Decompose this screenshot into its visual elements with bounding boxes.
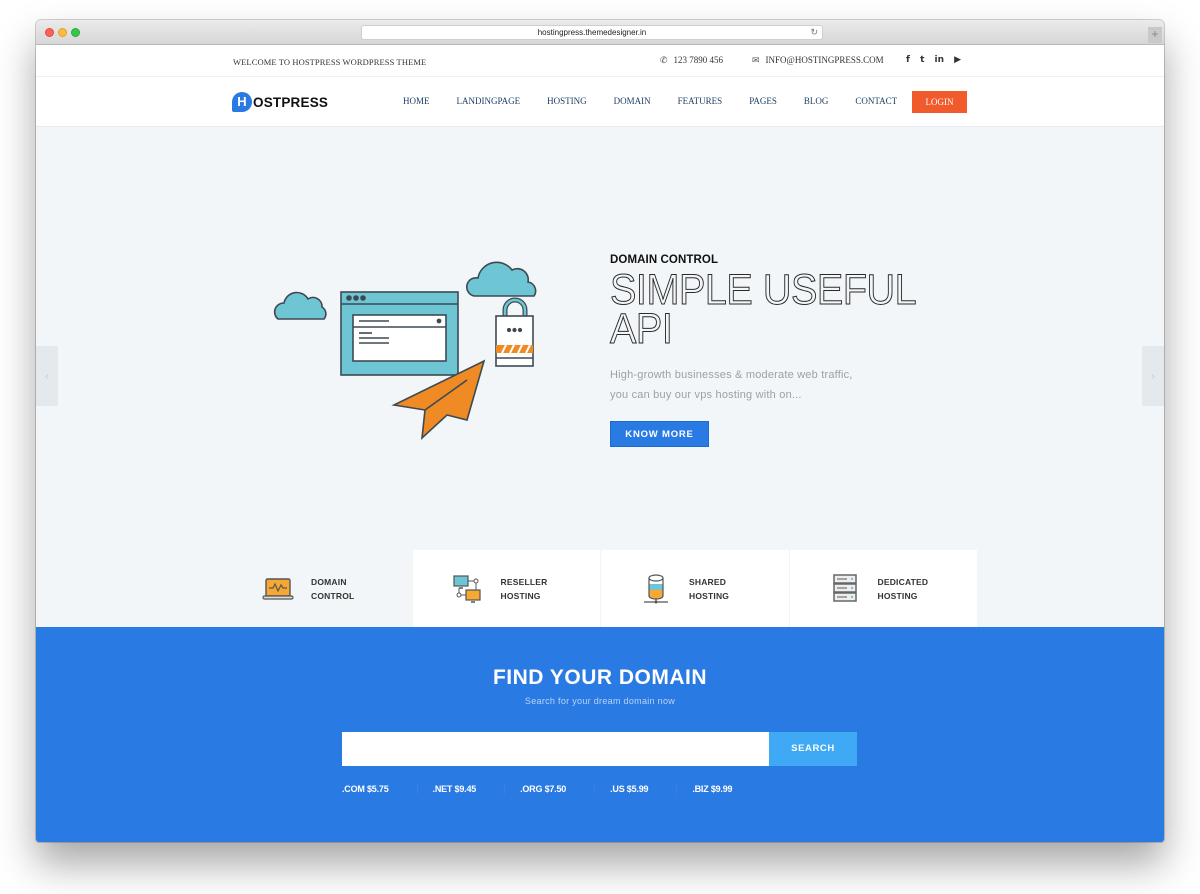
- login-button[interactable]: LOGIN: [912, 91, 967, 113]
- browser-window-icon: [340, 291, 459, 376]
- feature-tab-reseller-hosting[interactable]: RESELLER HOSTING: [411, 550, 600, 627]
- slider-prev-button[interactable]: ‹: [36, 346, 58, 406]
- feature-label-line2: CONTROL: [311, 590, 355, 601]
- domain-search-section: FIND YOUR DOMAIN Search for your dream d…: [36, 627, 1164, 842]
- feature-label-line1: SHARED: [689, 576, 727, 587]
- minimize-window-button[interactable]: [58, 28, 67, 37]
- email-contact[interactable]: ✉ INFO@HOSTINGPRESS.COM: [752, 55, 884, 66]
- logo-text: OSTPRESS: [253, 94, 329, 110]
- know-more-button[interactable]: KNOW MORE: [610, 421, 709, 447]
- browser-titlebar: hostingpress.themedesigner.in ↻ +: [36, 20, 1164, 45]
- hero-headline-line2: API: [610, 305, 674, 353]
- domain-search-button[interactable]: SEARCH: [769, 732, 857, 766]
- tld-price-us: .US $5.99: [610, 784, 678, 794]
- feature-label: RESELLER HOSTING: [501, 575, 548, 603]
- domain-search-subtitle: Search for your dream domain now: [524, 696, 676, 706]
- hero-description: High-growth businesses & moderate web tr…: [610, 365, 950, 405]
- address-bar[interactable]: hostingpress.themedesigner.in ↻: [361, 25, 823, 40]
- padlock-icon: [495, 297, 534, 367]
- tld-price-com: .COM $5.75: [342, 784, 418, 794]
- mail-icon: ✉: [752, 56, 760, 66]
- network-monitors-icon: [452, 574, 481, 603]
- hero-description-line1: High-growth businesses & moderate web tr…: [610, 369, 853, 381]
- phone-number: 123 7890 456: [673, 55, 724, 65]
- feature-label-line2: HOSTING: [877, 590, 918, 601]
- feature-label-line1: RESELLER: [500, 576, 548, 587]
- hero-content: DOMAIN CONTROL SIMPLE USEFUL API High-gr…: [610, 254, 950, 447]
- phone-contact[interactable]: ✆ 123 7890 456: [660, 55, 723, 66]
- nav-features[interactable]: FEATURES: [678, 96, 723, 106]
- database-icon: [644, 573, 668, 603]
- feature-label: DEDICATED HOSTING: [878, 575, 929, 603]
- welcome-text: WELCOME TO HOSTPRESS WORDPRESS THEME: [233, 57, 427, 67]
- feature-tab-dedicated-hosting[interactable]: DEDICATED HOSTING: [788, 550, 977, 627]
- logo-mark: H: [232, 92, 252, 112]
- url-text: hostingpress.themedesigner.in: [537, 28, 647, 37]
- top-info-bar: WELCOME TO HOSTPRESS WORDPRESS THEME ✆ 12…: [36, 45, 1164, 77]
- browser-window: hostingpress.themedesigner.in ↻ + WELCOM…: [36, 20, 1164, 842]
- tld-price-list: .COM $5.75 .NET $9.45 .ORG $7.50 .US $5.…: [342, 784, 775, 794]
- feature-label: SHARED HOSTING: [689, 575, 729, 603]
- feature-label-line1: DOMAIN: [311, 576, 347, 587]
- laptop-chart-icon: [262, 577, 294, 600]
- nav-pages[interactable]: PAGES: [749, 96, 777, 106]
- nav-blog[interactable]: BLOG: [804, 96, 829, 106]
- logo[interactable]: H OSTPRESS: [232, 91, 328, 113]
- feature-tab-shared-hosting[interactable]: SHARED HOSTING: [600, 550, 789, 627]
- close-window-button[interactable]: [45, 28, 54, 37]
- feature-label-line2: HOSTING: [689, 590, 730, 601]
- cloud-left-icon: [273, 291, 327, 320]
- tld-price-biz: .BIZ $9.99: [692, 784, 733, 794]
- cloud-right-icon: [465, 261, 537, 297]
- feature-label: DOMAIN CONTROL: [311, 575, 354, 603]
- domain-search-input[interactable]: [342, 732, 770, 766]
- tld-price-org: .ORG $7.50: [520, 784, 596, 794]
- hero-illustration: [273, 261, 537, 441]
- phone-icon: ✆: [660, 56, 668, 66]
- server-rack-icon: [832, 573, 857, 602]
- nav-landingpage[interactable]: LANDINGPAGE: [457, 96, 521, 106]
- tld-price-net: .NET $9.45: [433, 784, 506, 794]
- hero-description-line2: you can buy our vps hosting with on...: [610, 389, 802, 401]
- main-navbar: H OSTPRESS HOME LANDINGPAGE HOSTING DOMA…: [36, 78, 1164, 127]
- hero-headline: SIMPLE USEFUL API: [610, 268, 950, 353]
- new-tab-button[interactable]: +: [1148, 27, 1162, 43]
- nav-hosting[interactable]: HOSTING: [547, 96, 587, 106]
- feature-label-line1: DEDICATED: [877, 576, 929, 587]
- domain-search-title: FIND YOUR DOMAIN: [492, 666, 708, 689]
- hero-eyebrow: DOMAIN CONTROL: [610, 254, 719, 266]
- youtube-icon[interactable]: ▶: [954, 55, 961, 65]
- email-address: INFO@HOSTINGPRESS.COM: [765, 55, 884, 65]
- nav-home[interactable]: HOME: [403, 96, 430, 106]
- feature-label-line2: HOSTING: [500, 590, 541, 601]
- facebook-icon[interactable]: f: [906, 55, 910, 65]
- maximize-window-button[interactable]: [71, 28, 80, 37]
- linkedin-icon[interactable]: in: [935, 55, 945, 65]
- slider-next-button[interactable]: ›: [1142, 346, 1164, 406]
- twitter-icon[interactable]: t: [920, 55, 924, 65]
- feature-tab-domain-control[interactable]: DOMAIN CONTROL: [223, 550, 412, 627]
- feature-tabs: DOMAIN CONTROL RESELLER HOSTING SHARED H…: [223, 550, 977, 627]
- reload-icon[interactable]: ↻: [810, 26, 818, 39]
- social-links: f t in ▶: [906, 55, 968, 65]
- nav-domain[interactable]: DOMAIN: [614, 96, 651, 106]
- nav-contact[interactable]: CONTACT: [855, 96, 897, 106]
- primary-nav: HOME LANDINGPAGE HOSTING DOMAIN FEATURES…: [403, 96, 924, 106]
